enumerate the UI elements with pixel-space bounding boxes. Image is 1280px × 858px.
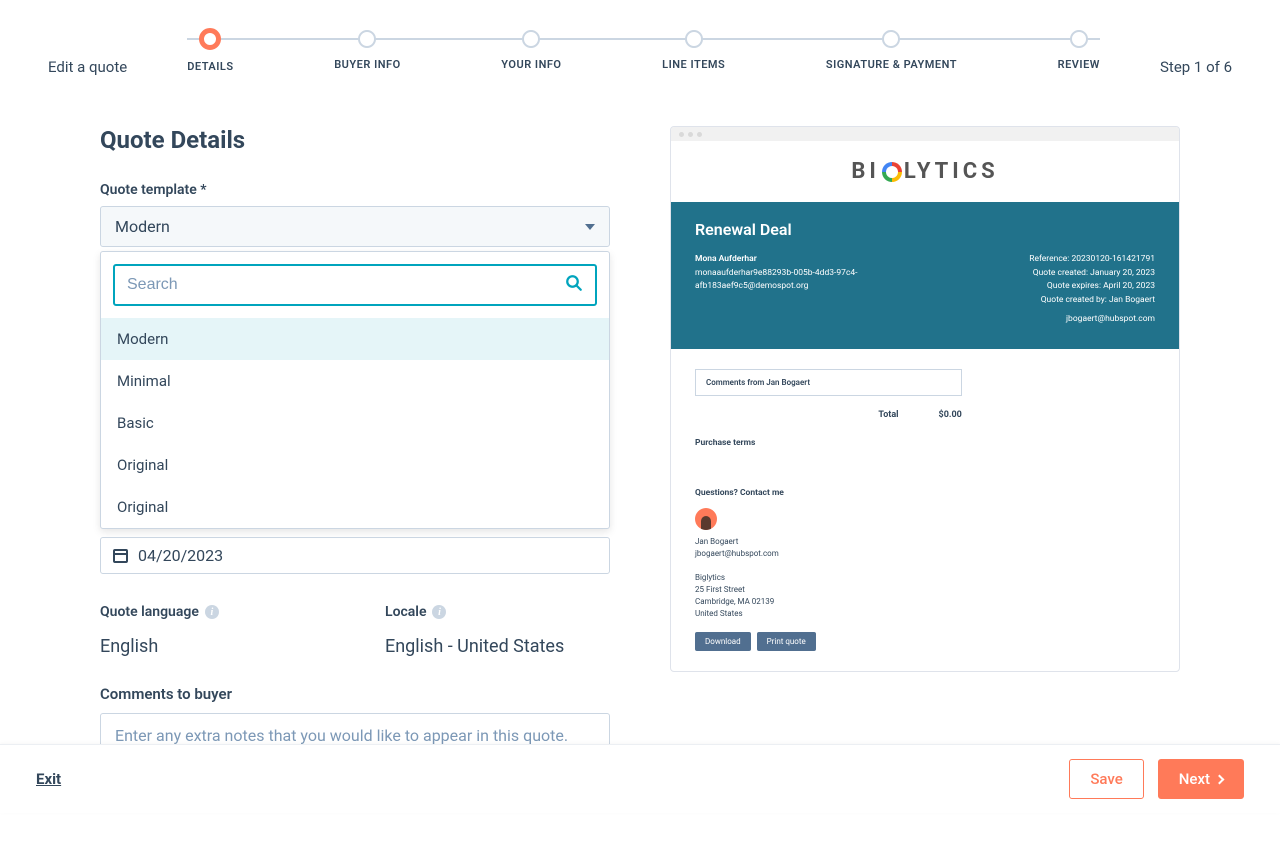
template-option-basic[interactable]: Basic [101,402,609,444]
template-option-minimal[interactable]: Minimal [101,360,609,402]
step-counter: Step 1 of 6 [1160,30,1232,76]
template-select-value: Modern [115,217,170,236]
preview-comments-box: Comments from Jan Bogaert [695,369,962,396]
search-icon [565,274,583,296]
preview-meta: Reference: 20230120-161421791 Quote crea… [1029,253,1155,327]
exit-link[interactable]: Exit [36,770,61,788]
locale-label: Locale i [385,604,610,620]
chevron-down-icon [585,224,595,230]
info-icon[interactable]: i [432,605,446,619]
save-button[interactable]: Save [1069,759,1143,799]
locale-value: English - United States [385,636,610,657]
template-option-original-1[interactable]: Original [101,444,609,486]
avatar [695,508,717,530]
preview-deal-title: Renewal Deal [695,220,1155,239]
preview-rep-block: Jan Bogaert jbogaert@hubspot.com Biglyti… [695,536,1155,620]
wizard-header: Edit a quote DETAILS BUYER INFO YOUR INF… [0,0,1280,96]
preview-logo: BILYTICS [671,141,1179,202]
preview-questions: Questions? Contact me [695,488,1155,498]
preview-purchase-terms: Purchase terms [695,438,1155,448]
page-title-small: Edit a quote [48,30,127,76]
preview-hero: Renewal Deal Mona Aufderhar monaaufderha… [671,202,1179,349]
logo-icon [882,162,902,182]
step-details[interactable]: DETAILS [187,30,233,73]
preview-contact: Mona Aufderhar monaaufderhar9e88293b-005… [695,253,858,327]
step-signature-payment[interactable]: SIGNATURE & PAYMENT [826,30,957,73]
expiry-date-row: 04/20/2023 [100,537,610,574]
next-button[interactable]: Next [1158,759,1244,799]
preview-window-chrome [671,127,1179,141]
step-circle-active [199,28,221,50]
quote-preview: BILYTICS Renewal Deal Mona Aufderhar mon… [670,126,1180,672]
wizard-footer: Exit Save Next [0,744,1280,813]
step-your-info[interactable]: YOUR INFO [501,30,561,73]
chevron-right-icon [1215,774,1225,784]
template-option-original-2[interactable]: Original [101,486,609,528]
step-line-items[interactable]: LINE ITEMS [662,30,725,73]
expiry-date-value[interactable]: 04/20/2023 [138,546,223,565]
template-option-modern[interactable]: Modern [101,318,609,360]
template-select[interactable]: Modern [100,206,610,247]
template-search-input[interactable] [127,276,565,294]
info-icon[interactable]: i [205,605,219,619]
preview-print-button[interactable]: Print quote [757,632,816,651]
step-review[interactable]: REVIEW [1058,30,1100,73]
language-label: Quote language i [100,604,325,620]
calendar-icon[interactable] [113,549,128,563]
stepper: DETAILS BUYER INFO YOUR INFO LINE ITEMS … [187,30,1100,73]
language-value: English [100,636,325,657]
step-buyer-info[interactable]: BUYER INFO [334,30,400,73]
preview-download-button[interactable]: Download [695,632,751,651]
preview-total-row: Total $0.00 [695,410,962,420]
template-search-wrap[interactable] [113,264,597,306]
template-label: Quote template * [100,182,610,198]
template-dropdown: Modern Minimal Basic Original Original [100,251,610,529]
comments-label: Comments to buyer [100,685,610,703]
page-heading: Quote Details [100,126,610,154]
